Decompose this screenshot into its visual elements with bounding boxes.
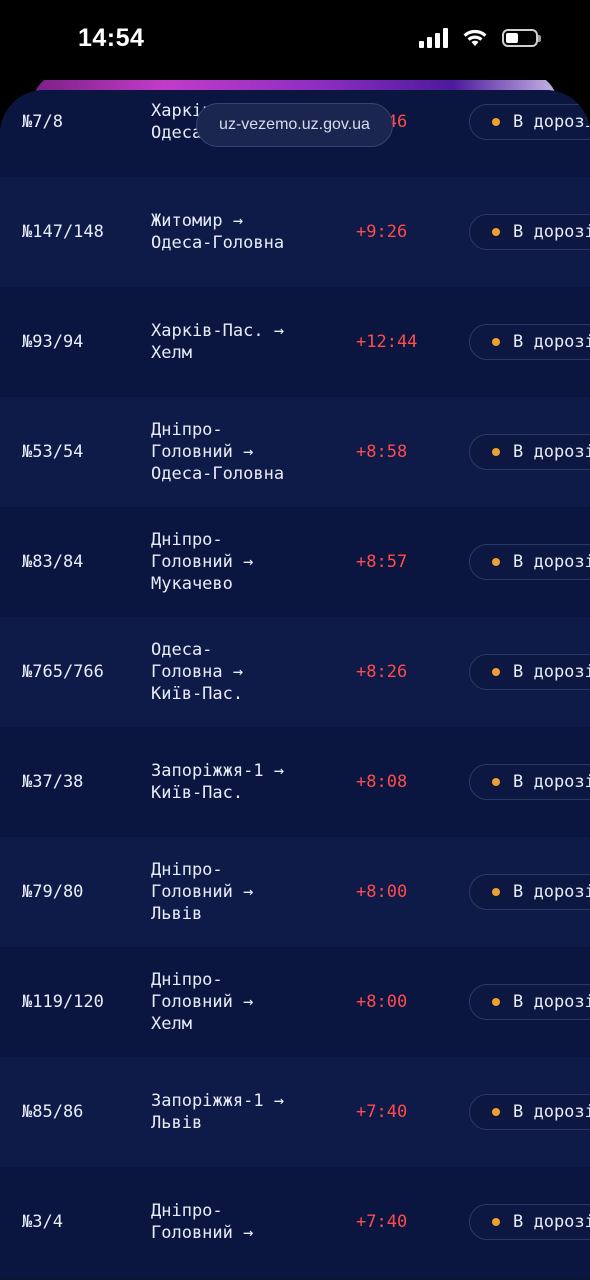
train-route: Дніпро- Головний → (151, 1201, 254, 1243)
status-dot-icon (492, 338, 500, 346)
train-delay: +9:26 (356, 222, 408, 242)
train-delay: +7:40 (356, 1102, 408, 1122)
train-number: №53/54 (22, 442, 84, 462)
train-status-badge: В дорозі (469, 1094, 590, 1130)
train-delay: +7:40 (356, 1212, 408, 1232)
train-row[interactable]: №37/38 Запоріжжя-1 → Київ-Пас. +8:08 В доро… (0, 727, 590, 837)
status-dot-icon (492, 228, 500, 236)
train-status-label: В дорозі (513, 882, 590, 902)
train-status-label: В дорозі (513, 442, 590, 462)
status-time: 14:54 (78, 24, 145, 52)
train-status-label: В дорозі (513, 222, 590, 242)
train-number: №85/86 (22, 1102, 84, 1122)
train-status-label: В дорозі (513, 1212, 590, 1232)
status-dot-icon (492, 448, 500, 456)
status-dot-icon (492, 998, 500, 1006)
train-status-label: В дорозі (513, 332, 590, 352)
train-delay: +8:00 (356, 992, 408, 1012)
train-row[interactable]: №85/86 Запоріжжя-1 → Львів +7:40 В дорозі (0, 1057, 590, 1167)
train-route: Житомир → Одеса-Головна (151, 211, 285, 253)
train-number: №37/38 (22, 772, 84, 792)
train-delay: +8:00 (356, 882, 408, 902)
url-bar[interactable]: uz-vezemo.uz.gov.ua (196, 103, 393, 147)
train-row[interactable]: №93/94 Харків-Пас. → Хелм +12:44 В дорозі (0, 287, 590, 397)
train-number: №119/120 (22, 992, 104, 1012)
train-route: Дніпро- Головний → Мукачево (151, 530, 254, 594)
train-delay: +8:26 (356, 662, 408, 682)
train-number: №93/94 (22, 332, 84, 352)
train-row[interactable]: №119/120 Дніпро- Головний → Хелм +8:00 В до… (0, 947, 590, 1057)
train-list: №7/8Харків-Пас. → Одеса-Головна+9:46В до… (0, 90, 590, 1277)
train-status-badge: В дорозі (469, 434, 590, 470)
train-number: №147/148 (22, 222, 104, 242)
status-dot-icon (492, 1218, 500, 1226)
train-row[interactable]: №147/148 Житомир → Одеса-Головна +9:26 В до… (0, 177, 590, 287)
status-dot-icon (492, 118, 500, 126)
train-row[interactable]: №53/54 Дніпро- Головний → Одеса-Головна +8… (0, 397, 590, 507)
train-delay: +12:44 (356, 332, 418, 352)
train-delay: +8:58 (356, 442, 408, 462)
train-route: Дніпро- Головний → Львів (151, 860, 254, 924)
status-dot-icon (492, 888, 500, 896)
train-status-label: В дорозі (513, 1102, 590, 1122)
wifi-icon (463, 29, 487, 46)
train-status-badge: В дорозі (469, 1204, 590, 1240)
train-route: Запоріжжя-1 → Львів (151, 1091, 285, 1133)
train-status-badge: В дорозі (469, 764, 590, 800)
train-status-badge: В дорозі (469, 544, 590, 580)
train-number: №83/84 (22, 552, 84, 572)
train-status-label: В дорозі (513, 552, 590, 572)
train-delay: +8:08 (356, 772, 408, 792)
status-icons (419, 28, 541, 48)
status-dot-icon (492, 668, 500, 676)
status-dot-icon (492, 1108, 500, 1116)
status-bar: 14:54 (0, 0, 590, 80)
train-row[interactable]: №765/766 Одеса- Головна → Київ-Пас. +8:26 В… (0, 617, 590, 727)
train-status-badge: В дорозі (469, 654, 590, 690)
train-status-badge: В дорозі (469, 104, 590, 140)
train-route: Дніпро- Головний → Хелм (151, 970, 254, 1034)
train-number: №3/4 (22, 1212, 63, 1232)
train-row[interactable]: №83/84 Дніпро- Головний → Мукачево +8:57 В … (0, 507, 590, 617)
train-row[interactable]: №79/80 Дніпро- Головний → Львів +8:00 В дор… (0, 837, 590, 947)
train-status-badge: В дорозі (469, 874, 590, 910)
train-route: Дніпро- Головний → Одеса-Головна (151, 420, 285, 484)
cellular-signal-icon (419, 28, 448, 48)
train-status-label: В дорозі (513, 112, 590, 132)
train-number: №79/80 (22, 882, 84, 902)
train-number: №765/766 (22, 662, 104, 682)
status-dot-icon (492, 558, 500, 566)
train-status-label: В дорозі (513, 772, 590, 792)
battery-icon (502, 29, 541, 47)
train-status-label: В дорозі (513, 992, 590, 1012)
train-status-badge: В дорозі (469, 324, 590, 360)
train-row[interactable]: №3/4 Дніпро- Головний → +7:40 В дорозі (0, 1167, 590, 1277)
train-status-badge: В дорозі (469, 214, 590, 250)
train-route: Харків-Пас. → Хелм (151, 321, 285, 363)
train-status-label: В дорозі (513, 662, 590, 682)
train-status-badge: В дорозі (469, 984, 590, 1020)
status-dot-icon (492, 778, 500, 786)
train-route: Запоріжжя-1 → Київ-Пас. (151, 761, 285, 803)
train-delay: +8:57 (356, 552, 408, 572)
train-route: Одеса- Головна → Київ-Пас. (151, 640, 244, 704)
train-list-sheet[interactable]: №7/8Харків-Пас. → Одеса-Головна+9:46В до… (0, 90, 590, 1280)
train-number: №7/8 (22, 112, 63, 132)
